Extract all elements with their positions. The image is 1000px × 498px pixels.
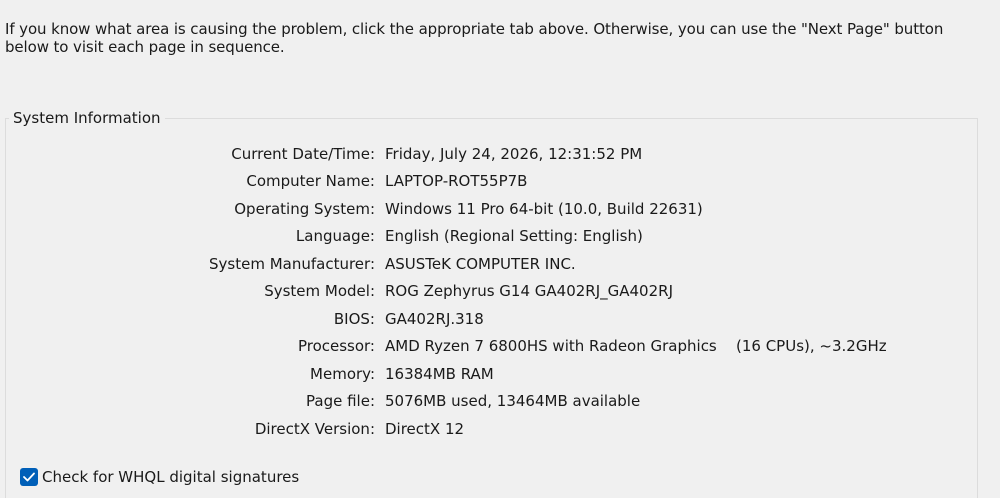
info-value: DirectX 12 [385, 420, 465, 438]
info-value: GA402RJ.318 [385, 310, 484, 328]
info-value: Windows 11 Pro 64-bit (10.0, Build 22631… [385, 200, 703, 218]
info-label: BIOS: [333, 310, 375, 328]
whql-checkbox[interactable] [20, 468, 38, 486]
info-label: System Manufacturer: [209, 255, 375, 273]
system-information-group: System Information Current Date/Time: Fr… [5, 109, 978, 498]
whql-checkbox-label[interactable]: Check for WHQL digital signatures [42, 467, 299, 487]
info-value: Friday, July 24, 2026, 12:31:52 PM [385, 145, 643, 163]
info-label: Page file: [306, 392, 375, 410]
info-label: Computer Name: [246, 172, 375, 190]
intro-text: If you know what area is causing the pro… [5, 20, 944, 56]
info-label: Current Date/Time: [231, 145, 375, 163]
info-label: System Model: [264, 282, 375, 300]
info-label: Processor: [297, 337, 375, 355]
group-title: System Information [9, 109, 165, 127]
info-value: ROG Zephyrus G14 GA402RJ_GA402RJ [385, 282, 673, 300]
info-label: Language: [295, 227, 375, 245]
info-value: LAPTOP-ROT55P7B [385, 172, 528, 190]
info-label: Memory: [310, 365, 375, 383]
info-value: 5076MB used, 13464MB available [385, 392, 641, 410]
info-label: Operating System: [234, 200, 375, 218]
info-label: DirectX Version: [254, 420, 375, 438]
info-value: 16384MB RAM [385, 365, 494, 383]
processor-cpu-count: (16 CPUs), ~3.2GHz [736, 337, 887, 355]
info-value: English (Regional Setting: English) [385, 227, 643, 245]
checkmark-icon [23, 472, 35, 482]
info-value: AMD Ryzen 7 6800HS with Radeon Graphics [385, 337, 717, 355]
info-value: ASUSTeK COMPUTER INC. [385, 255, 576, 273]
